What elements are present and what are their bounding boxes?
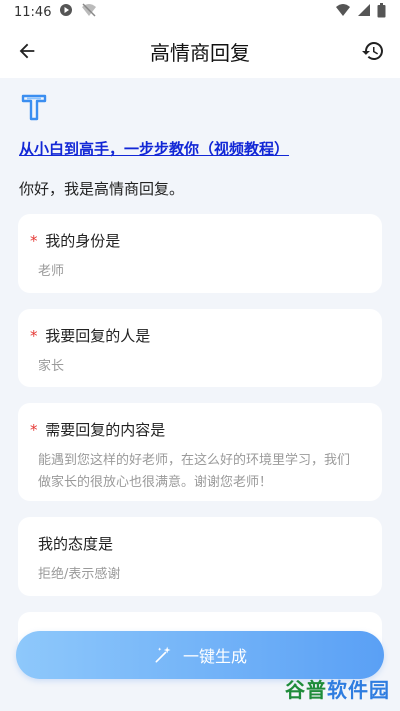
- page-title: 高情商回复: [150, 40, 250, 65]
- field-card-recipient[interactable]: * 我要回复的人是 家长: [18, 309, 382, 387]
- field-card-attitude[interactable]: 我的态度是 拒绝/表示感谢: [18, 517, 382, 596]
- watermark-logo: 谷普软件园: [285, 678, 390, 702]
- generate-button-label: 一键生成: [182, 647, 247, 666]
- greeting-text: 你好，我是高情商回复。: [19, 180, 185, 198]
- identity-input[interactable]: 老师: [38, 261, 362, 283]
- field-card-content[interactable]: * 需要回复的内容是 能遇到您这样的好老师，在这么好的环境里学习，我们做家长的很…: [18, 403, 382, 501]
- history-icon: [362, 42, 383, 60]
- field-card-identity[interactable]: * 我的身份是 老师: [18, 214, 382, 293]
- logo-icon: [21, 94, 47, 121]
- required-mark: *: [30, 232, 38, 250]
- back-button[interactable]: [12, 36, 42, 66]
- signal-icon: [357, 3, 371, 21]
- battery-icon: [377, 2, 386, 22]
- play-notification-icon: [59, 3, 73, 21]
- field-label: * 我要回复的人是: [30, 327, 151, 345]
- field-label: 我的态度是: [38, 535, 114, 553]
- status-bar: 11:46: [0, 0, 400, 24]
- content-input[interactable]: 能遇到您这样的好老师，在这么好的环境里学习，我们做家长的很放心也很满意。谢谢您老…: [38, 450, 362, 494]
- video-tutorial-link[interactable]: 从小白到高手，一步步教你（视频教程）: [19, 138, 289, 159]
- required-mark: *: [30, 327, 38, 345]
- history-button[interactable]: [358, 36, 388, 66]
- app-bar: 高情商回复: [0, 24, 400, 78]
- magic-wand-icon: [155, 646, 171, 663]
- app-logo: [20, 92, 48, 122]
- field-label: * 我的身份是: [30, 232, 121, 250]
- field-label: * 需要回复的内容是: [30, 421, 166, 439]
- required-mark: *: [30, 421, 38, 439]
- wifi-off-icon: [81, 3, 97, 21]
- generate-button[interactable]: 一键生成: [16, 631, 384, 679]
- attitude-input[interactable]: 拒绝/表示感谢: [38, 564, 362, 586]
- recipient-input[interactable]: 家长: [38, 356, 362, 378]
- status-time: 11:46: [14, 4, 52, 20]
- arrow-left-icon: [19, 43, 35, 59]
- wifi-icon: [335, 3, 351, 21]
